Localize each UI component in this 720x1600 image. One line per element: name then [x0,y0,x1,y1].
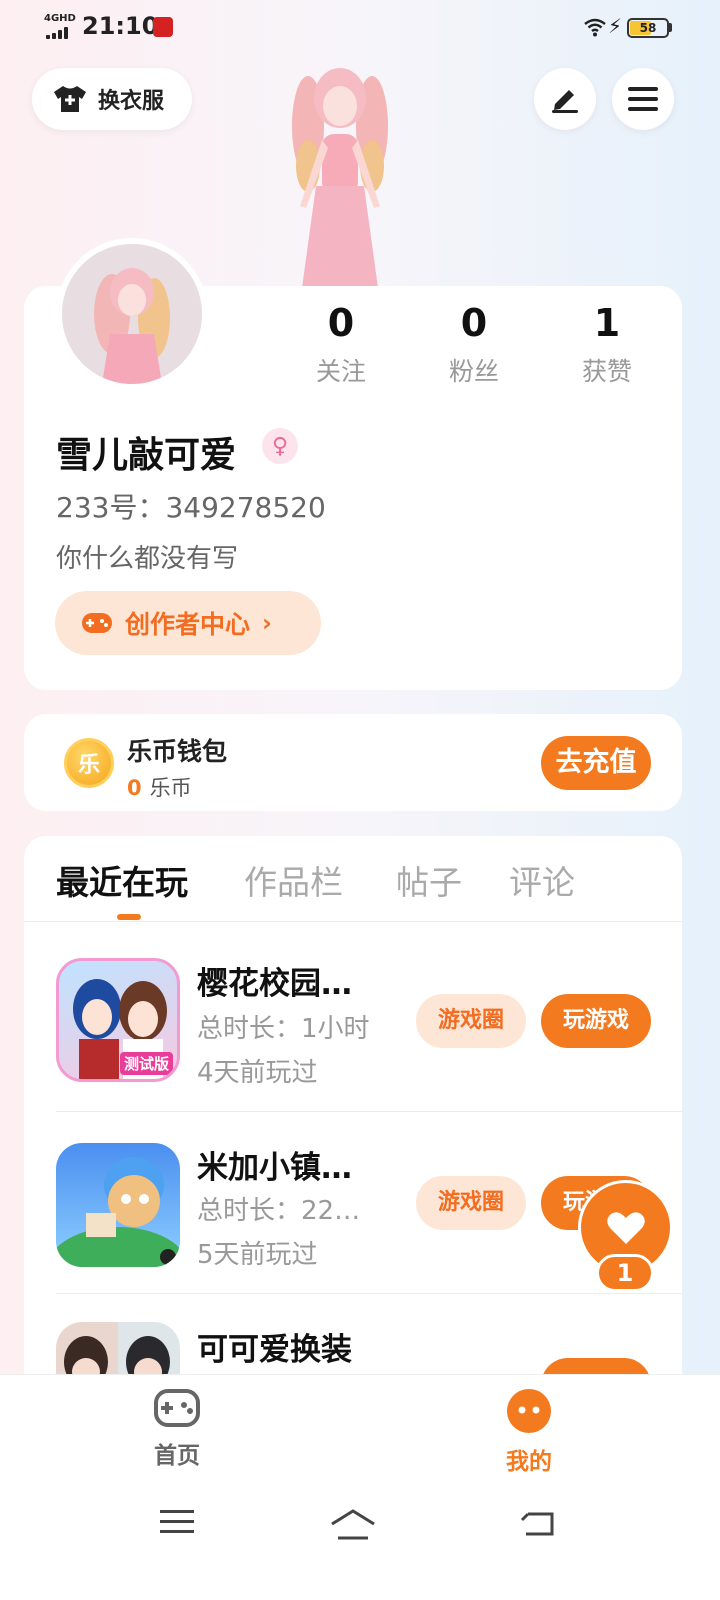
user-id: 233号：349278520 [56,491,326,524]
notification-app-icon [153,17,173,37]
network-type: 4GHD [44,13,76,24]
game-icon-sakura[interactable]: 测试版 [56,958,180,1082]
game-duration: 总时长：22… [197,1196,361,1226]
row-divider [56,1293,682,1294]
stat-followers[interactable]: 0 粉丝 [414,300,534,388]
game-circle-button[interactable]: 游戏圈 [416,994,526,1048]
bottom-navigation [0,1374,720,1600]
gamepad-icon [82,613,112,633]
chevron-right-icon: › [262,609,272,637]
following-label: 关注 [315,357,366,386]
signal-icon [46,27,72,39]
recharge-button[interactable]: 去充值 [541,736,651,790]
avatar-image [62,244,202,384]
game-last-played: 5天前玩过 [197,1240,318,1270]
followers-label: 粉丝 [448,357,499,386]
stat-following[interactable]: 0 关注 [281,300,401,388]
profile-face-icon [507,1389,551,1433]
coin-icon: 乐 [64,738,114,788]
game-icon-miga[interactable] [56,1143,180,1267]
game-icon-art [56,1157,180,1267]
game-duration: 总时长：1小时 [197,1014,370,1044]
creator-center-label: 创作者中心 [125,610,251,639]
tshirt-icon [54,86,86,112]
active-tab-indicator [117,914,141,920]
followers-count: 0 [460,301,488,345]
tab-posts[interactable]: 帖子 [396,856,462,904]
nav-me-label: 我的 [506,1449,552,1475]
female-gender-icon: ♀ [262,428,298,464]
stat-likes[interactable]: 1 获赞 [547,300,667,388]
pencil-icon [552,90,578,113]
username: 雪儿敲可爱 [56,435,237,476]
battery-icon: 58 [627,18,669,38]
following-count: 0 [327,301,355,345]
heart-icon [606,1211,645,1244]
menu-button[interactable] [612,68,674,130]
wifi-icon [584,18,606,37]
change-outfit-button[interactable]: 换衣服 [32,68,192,130]
gamepad-icon [154,1389,200,1427]
nav-home[interactable]: 首页 [117,1388,237,1470]
hamburger-menu-icon [628,87,658,111]
nav-home-label: 首页 [154,1443,200,1469]
game-name: 樱花校园… [197,966,352,1002]
game-circle-button[interactable]: 游戏圈 [416,1176,526,1230]
avatar-character-image[interactable] [270,56,410,288]
tab-comments[interactable]: 评论 [509,856,575,904]
avatar[interactable] [56,238,208,390]
user-bio: 你什么都没有写 [56,544,239,574]
game-name: 米加小镇… [197,1150,352,1186]
likes-label: 获赞 [581,357,632,386]
recent-apps-icon[interactable] [160,1508,194,1536]
battery-level: 58 [639,21,657,35]
edit-profile-button[interactable] [534,68,596,130]
wallet-balance: 0 乐币 [127,772,192,802]
wallet-unit: 乐币 [149,776,192,800]
tab-works[interactable]: 作品栏 [244,856,343,904]
change-outfit-label: 换衣服 [98,89,165,114]
wallet-amount: 0 [127,776,142,800]
tab-recently-played[interactable]: 最近在玩 [56,856,188,904]
clock: 21:10 [82,12,159,40]
battery-tip [669,23,672,32]
game-name: 可可爱换装 [197,1332,352,1368]
charging-icon: ⚡ [608,14,623,38]
status-bar: 4GHD 21:10 ⚡ 58 [0,0,720,56]
like-count-badge: 1 [596,1254,654,1292]
likes-count: 1 [593,301,621,345]
back-icon[interactable] [520,1508,556,1538]
tab-divider [24,921,682,922]
nav-me[interactable]: 我的 [469,1388,589,1476]
game-last-played: 4天前玩过 [197,1058,318,1088]
test-version-badge: 测试版 [119,1052,173,1075]
play-game-button[interactable]: 玩游戏 [541,994,651,1048]
creator-center-button[interactable]: 创作者中心 › [55,591,321,655]
wallet-title: 乐币钱包 [127,737,228,766]
home-icon[interactable] [330,1508,376,1542]
row-divider [56,1111,682,1112]
